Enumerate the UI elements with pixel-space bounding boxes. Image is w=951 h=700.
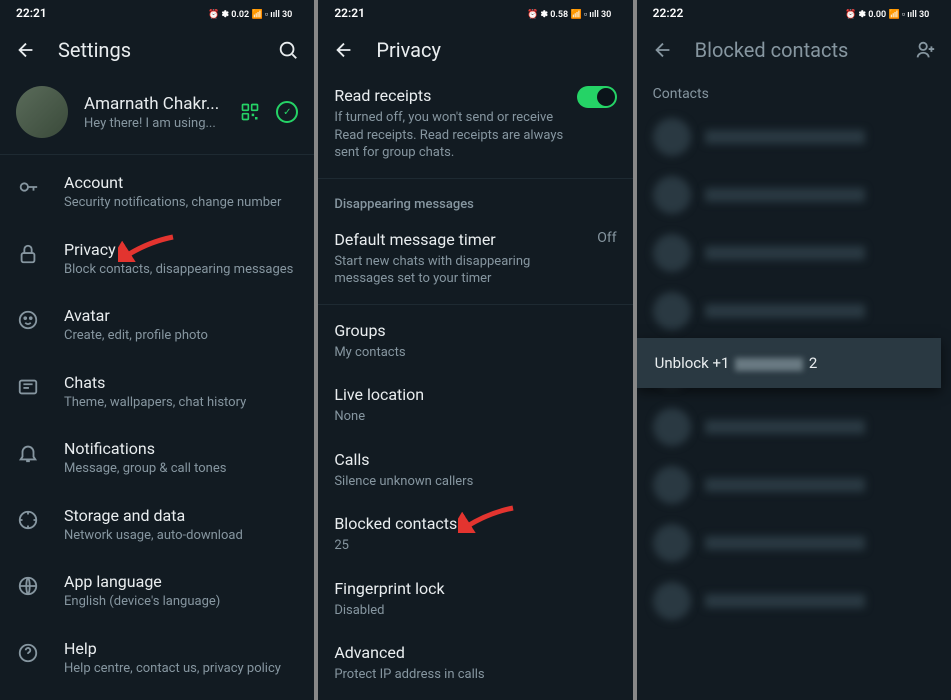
contact-avatar xyxy=(653,118,691,156)
contact-item[interactable] xyxy=(637,224,951,282)
contact-item[interactable] xyxy=(637,108,951,166)
privacy-default-timer[interactable]: Default message timer Start new chats wi… xyxy=(318,218,632,300)
back-icon[interactable] xyxy=(14,38,38,62)
contact-name xyxy=(705,536,865,550)
settings-item-avatar[interactable]: AvatarCreate, edit, profile photo xyxy=(0,292,314,359)
help-icon xyxy=(16,641,40,665)
divider xyxy=(318,304,632,305)
profile-name: Amarnath Chakr... xyxy=(84,94,224,114)
profile-row[interactable]: Amarnath Chakr... Hey there! I am using.… xyxy=(0,74,314,150)
contact-avatar xyxy=(653,582,691,620)
svg-text:⏰ ✽ 0.00 📶 ▫ ııll 30: ⏰ ✽ 0.00 📶 ▫ ııll 30 xyxy=(845,8,929,19)
unblock-suffix: 2 xyxy=(809,354,817,372)
contact-name xyxy=(705,478,865,492)
redacted-number xyxy=(735,358,803,371)
privacy-header: Privacy xyxy=(318,26,632,74)
page-title: Privacy xyxy=(376,38,618,62)
settings-header: Settings xyxy=(0,26,314,74)
contact-name xyxy=(705,420,865,434)
profile-text: Amarnath Chakr... Hey there! I am using.… xyxy=(84,94,224,131)
back-icon[interactable] xyxy=(332,38,356,62)
add-person-icon[interactable] xyxy=(913,38,937,62)
page-title: Blocked contacts xyxy=(695,38,893,62)
divider xyxy=(318,178,632,179)
settings-item-account[interactable]: AccountSecurity notifications, change nu… xyxy=(0,159,314,226)
contact-name xyxy=(705,304,865,318)
unblock-prefix: Unblock +1 xyxy=(655,354,730,372)
contact-item[interactable] xyxy=(637,572,951,630)
contact-avatar xyxy=(653,234,691,272)
contact-avatar xyxy=(653,292,691,330)
face-icon xyxy=(16,308,40,332)
settings-item-privacy[interactable]: PrivacyBlock contacts, disappearing mess… xyxy=(0,226,314,293)
status-time: 22:21 xyxy=(334,6,365,20)
contact-avatar xyxy=(653,524,691,562)
contact-item[interactable] xyxy=(637,398,951,456)
privacy-read-receipts[interactable]: Read receipts If turned off, you won't s… xyxy=(318,74,632,174)
contact-avatar xyxy=(653,176,691,214)
status-icons: ⏰ ✽ 0.00 📶 ▫ ııll 30 xyxy=(845,7,935,19)
status-bar: 22:21 ⏰ ✽ 0.02 📶 ▫ ııll 30 xyxy=(0,0,314,26)
settings-item-language[interactable]: App languageEnglish (device's language) xyxy=(0,558,314,625)
data-icon xyxy=(16,508,40,532)
settings-screen: 22:21 ⏰ ✽ 0.02 📶 ▫ ııll 30 Settings Amar… xyxy=(0,0,314,700)
settings-item-chats[interactable]: ChatsTheme, wallpapers, chat history xyxy=(0,359,314,426)
blocked-header: Blocked contacts xyxy=(637,26,951,74)
status-icons: ⏰ ✽ 0.02 📶 ▫ ııll 30 xyxy=(208,7,298,19)
privacy-fingerprint[interactable]: Fingerprint lock Disabled xyxy=(318,567,632,632)
blocked-contacts-screen: 22:22 ⏰ ✽ 0.00 📶 ▫ ııll 30 Blocked conta… xyxy=(637,0,951,700)
settings-item-storage[interactable]: Storage and dataNetwork usage, auto-down… xyxy=(0,492,314,559)
status-bar: 22:22 ⏰ ✽ 0.00 📶 ▫ ııll 30 xyxy=(637,0,951,26)
status-time: 22:21 xyxy=(16,6,47,20)
contact-name xyxy=(705,188,865,202)
privacy-calls[interactable]: Calls Silence unknown callers xyxy=(318,438,632,503)
status-time: 22:22 xyxy=(653,6,684,20)
privacy-groups[interactable]: Groups My contacts xyxy=(318,309,632,374)
profile-status: Hey there! I am using... xyxy=(84,116,224,131)
privacy-advanced[interactable]: Advanced Protect IP address in calls xyxy=(318,631,632,696)
qr-icon[interactable] xyxy=(240,102,260,122)
svg-text:⏰ ✽ 0.58 📶 ▫ ııll 30: ⏰ ✽ 0.58 📶 ▫ ııll 30 xyxy=(527,8,611,19)
svg-text:⏰ ✽ 0.02 📶 ▫ ııll 30: ⏰ ✽ 0.02 📶 ▫ ııll 30 xyxy=(208,8,292,19)
contact-item[interactable] xyxy=(637,514,951,572)
back-icon[interactable] xyxy=(651,38,675,62)
key-icon xyxy=(16,175,40,199)
settings-item-help[interactable]: HelpHelp centre, contact us, privacy pol… xyxy=(0,625,314,692)
contact-item[interactable] xyxy=(637,456,951,514)
contact-item[interactable] xyxy=(637,166,951,224)
avatar xyxy=(16,86,68,138)
contact-avatar xyxy=(653,408,691,446)
page-title: Settings xyxy=(58,38,256,62)
privacy-live-location[interactable]: Live location None xyxy=(318,373,632,438)
timer-value: Off xyxy=(597,230,616,246)
search-icon[interactable] xyxy=(276,38,300,62)
status-bar: 22:21 ⏰ ✽ 0.58 📶 ▫ ııll 30 xyxy=(318,0,632,26)
contact-avatar xyxy=(653,466,691,504)
divider xyxy=(0,154,314,155)
status-icons: ⏰ ✽ 0.58 📶 ▫ ııll 30 xyxy=(527,7,617,19)
profile-actions: ✓ xyxy=(240,101,298,123)
read-receipts-toggle[interactable] xyxy=(577,86,617,108)
bell-icon xyxy=(16,441,40,465)
lock-icon xyxy=(16,242,40,266)
unblock-popup[interactable]: Unblock +1 2 xyxy=(637,338,941,388)
contact-name xyxy=(705,246,865,260)
contact-name xyxy=(705,130,865,144)
contact-name xyxy=(705,594,865,608)
section-disappearing: Disappearing messages xyxy=(318,183,632,218)
globe-icon xyxy=(16,574,40,598)
chat-icon xyxy=(16,375,40,399)
privacy-screen: 22:21 ⏰ ✽ 0.58 📶 ▫ ııll 30 Privacy Read … xyxy=(318,0,632,700)
contacts-label: Contacts xyxy=(637,74,951,108)
verified-icon[interactable]: ✓ xyxy=(276,101,298,123)
privacy-blocked-contacts[interactable]: Blocked contacts 25 xyxy=(318,502,632,567)
settings-item-notifications[interactable]: NotificationsMessage, group & call tones xyxy=(0,425,314,492)
contact-item[interactable] xyxy=(637,282,951,340)
